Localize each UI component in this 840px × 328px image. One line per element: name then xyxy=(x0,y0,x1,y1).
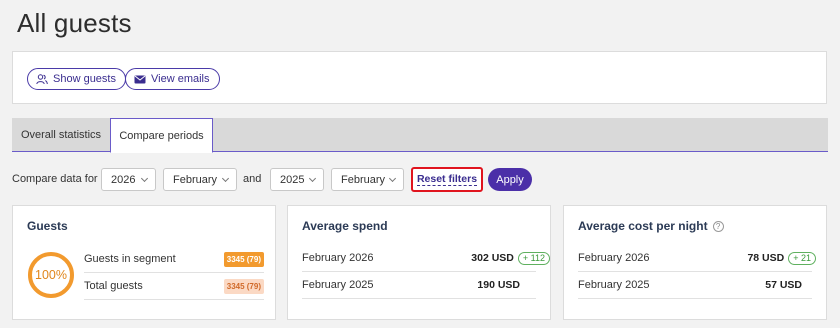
show-guests-button[interactable]: Show guests xyxy=(27,68,126,90)
cost-delta-badge: + 21 xyxy=(788,251,816,265)
spend-period1-label: February 2026 xyxy=(302,252,374,264)
view-emails-label: View emails xyxy=(151,73,210,85)
cost-period1-value: 78 USD xyxy=(747,252,785,264)
total-guests-label: Total guests xyxy=(84,280,143,292)
guests-card: Guests 100% Guests in segment 3345 (79) … xyxy=(12,205,276,320)
show-guests-label: Show guests xyxy=(53,73,116,85)
users-icon xyxy=(36,73,48,85)
spend-period2-value: 190 USD xyxy=(477,279,520,291)
cost-period2-label: February 2025 xyxy=(578,279,650,291)
list-item: February 2025 190 USD xyxy=(302,272,536,299)
total-guests-badge: 3345 (79) xyxy=(223,278,264,294)
guests-in-segment-label: Guests in segment xyxy=(84,253,176,265)
chevron-down-icon xyxy=(140,174,149,183)
chevron-down-icon xyxy=(308,174,317,183)
period1-year-value: 2026 xyxy=(111,173,136,186)
tab-bar: Overall statistics Compare periods xyxy=(12,118,828,153)
list-item: February 2026 78 USD + 21 xyxy=(578,245,816,272)
segment-percent: 100% xyxy=(35,268,67,282)
help-icon[interactable]: ? xyxy=(712,220,724,232)
tab-overall-statistics[interactable]: Overall statistics xyxy=(12,118,110,152)
apply-button[interactable]: Apply xyxy=(488,168,532,191)
page-title: All guests xyxy=(17,8,132,38)
cost-period2-value: 57 USD xyxy=(765,279,802,291)
and-label: and xyxy=(243,173,262,185)
cost-period1-value-group: 78 USD + 21 xyxy=(747,251,816,265)
segment-percent-ring: 100% xyxy=(28,252,74,298)
spend-period1-value: 302 USD xyxy=(471,252,514,264)
list-item: Total guests 3345 (79) xyxy=(84,273,264,300)
view-emails-button[interactable]: View emails xyxy=(125,68,220,90)
average-cost-title: Average cost per night xyxy=(578,219,708,233)
spend-period2-label: February 2025 xyxy=(302,279,374,291)
period1-month-select[interactable]: February xyxy=(163,168,237,191)
average-cost-card: Average cost per night ? February 2026 7… xyxy=(563,205,827,320)
chevron-down-icon xyxy=(388,174,397,183)
period1-year-select[interactable]: 2026 xyxy=(101,168,156,191)
list-item: Guests in segment 3345 (79) xyxy=(84,246,264,273)
reset-filters-button[interactable]: Reset filters xyxy=(411,167,483,192)
period2-month-select[interactable]: February xyxy=(331,168,404,191)
period2-year-value: 2025 xyxy=(280,173,305,186)
action-panel: Show guests View emails xyxy=(12,51,827,104)
chevron-down-icon xyxy=(221,174,230,183)
tab-compare-periods[interactable]: Compare periods xyxy=(110,118,213,153)
spend-delta-badge: + 112 xyxy=(517,251,550,265)
reset-filters-label: Reset filters xyxy=(416,173,478,186)
average-spend-card: Average spend February 2026 302 USD + 11… xyxy=(287,205,551,320)
list-item: February 2026 302 USD + 112 xyxy=(302,245,550,272)
spend-period1-value-group: 302 USD + 112 xyxy=(471,251,550,265)
average-spend-title: Average spend xyxy=(302,219,388,233)
compare-data-label: Compare data for xyxy=(12,173,98,185)
cost-period1-label: February 2026 xyxy=(578,252,650,264)
period1-month-value: February xyxy=(173,173,218,186)
period2-month-value: February xyxy=(341,173,386,186)
envelope-icon xyxy=(134,75,146,84)
guests-in-segment-badge: 3345 (79) xyxy=(223,251,264,267)
guests-card-title: Guests xyxy=(27,219,68,233)
list-item: February 2025 57 USD xyxy=(578,272,812,299)
period2-year-select[interactable]: 2025 xyxy=(270,168,324,191)
average-cost-title-group: Average cost per night ? xyxy=(578,219,724,233)
